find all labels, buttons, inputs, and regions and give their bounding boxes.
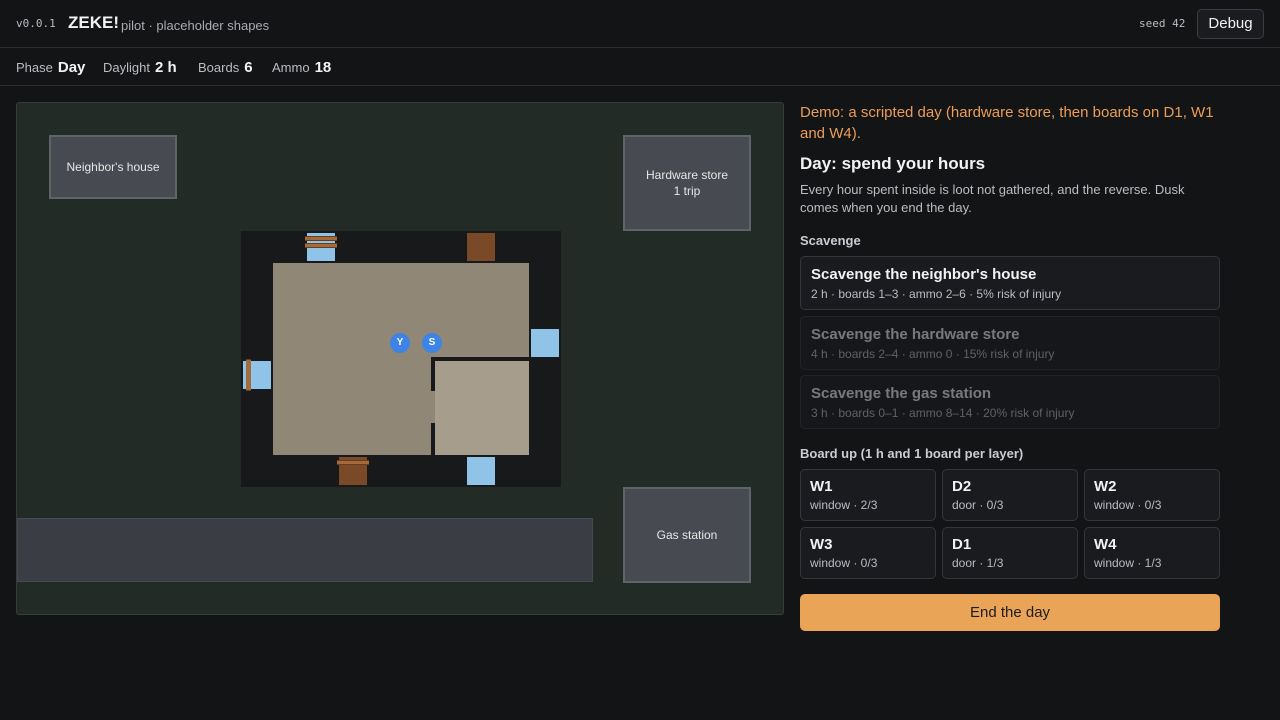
scavenge-neighbor-button[interactable]: Scavenge the neighbor's house 2 h · boar… <box>800 256 1220 310</box>
scavenge-title: Scavenge the hardware store <box>811 326 1020 343</box>
seed-label: seed 42 <box>1139 17 1186 30</box>
board-d2-button[interactable]: D2 door · 0/3 <box>942 469 1078 521</box>
opening-detail: door · 0/3 <box>952 498 1004 512</box>
top-bar: v0.0.1 ZEKE! pilot · placeholder shapes … <box>0 0 1280 48</box>
debug-button[interactable]: Debug <box>1197 9 1264 39</box>
board-w3-button[interactable]: W3 window · 0/3 <box>800 527 936 579</box>
scavenge-heading: Scavenge <box>800 233 861 248</box>
hardware-store-label: Hardware store <box>645 168 729 182</box>
end-day-button[interactable]: End the day <box>800 594 1220 631</box>
opening-name: W1 <box>810 478 833 495</box>
day-description: Every hour spent inside is loot not gath… <box>800 182 1185 215</box>
door-d2[interactable] <box>467 233 495 261</box>
opening-name: W2 <box>1094 478 1117 495</box>
day-title: Day: spend your hours <box>800 154 986 173</box>
board-w4-1 <box>246 359 251 391</box>
opening-detail: window · 0/3 <box>810 556 878 570</box>
ammo-stat: Ammo 18 <box>272 59 332 76</box>
version-label: v0.0.1 <box>16 17 56 30</box>
scavenge-title: Scavenge the gas station <box>811 385 992 402</box>
demo-note: Demo: a scripted day (hardware store, th… <box>800 104 1214 142</box>
side-room <box>435 361 529 455</box>
phase-stat: Phase Day <box>16 59 86 76</box>
gas-station-label: Gas station <box>656 528 718 542</box>
neighbor-house-label: Neighbor's house <box>66 160 160 174</box>
hardware-store-trips: 1 trip <box>673 184 701 198</box>
boards-stat: Boards 6 <box>198 59 253 76</box>
board-w2-button[interactable]: W2 window · 0/3 <box>1084 469 1220 521</box>
game-subtitle: pilot · placeholder shapes <box>121 18 270 33</box>
scavenge-hardware-button[interactable]: Scavenge the hardware store 4 h · boards… <box>800 316 1220 370</box>
board-w1-1 <box>305 236 337 241</box>
window-w2[interactable] <box>531 329 559 357</box>
board-w4-button[interactable]: W4 window · 1/3 <box>1084 527 1220 579</box>
board-up-heading: Board up (1 h and 1 board per layer) <box>800 446 1024 461</box>
opening-detail: door · 1/3 <box>952 556 1004 570</box>
opening-name: D1 <box>952 536 972 553</box>
board-d1-1 <box>337 460 369 465</box>
scavenge-detail: 3 h · boards 0–1 · ammo 8–14 · 20% risk … <box>811 406 1075 420</box>
status-bar: Phase Day Daylight 2 h Boards 6 Ammo 18 <box>0 48 1280 86</box>
board-w1-2 <box>305 243 337 248</box>
opening-detail: window · 1/3 <box>1094 556 1162 570</box>
board-w1-button[interactable]: W1 window · 2/3 <box>800 469 936 521</box>
opening-name: W4 <box>1094 536 1117 553</box>
neighbor-house-building[interactable]: Neighbor's house <box>49 135 177 199</box>
opening-detail: window · 0/3 <box>1094 498 1162 512</box>
scavenge-gas-button[interactable]: Scavenge the gas station 3 h · boards 0–… <box>800 375 1220 429</box>
scavenge-title: Scavenge the neighbor's house <box>811 266 1037 283</box>
window-w3[interactable] <box>467 457 495 485</box>
opening-name: W3 <box>810 536 833 553</box>
player-token-y[interactable]: Y <box>390 333 410 353</box>
opening-detail: window · 2/3 <box>810 498 878 512</box>
scavenge-detail: 2 h · boards 1–3 · ammo 2–6 · 5% risk of… <box>811 287 1062 301</box>
player-token-s[interactable]: S <box>422 333 442 353</box>
opening-name: D2 <box>952 478 972 495</box>
game-title: ZEKE! <box>68 13 119 32</box>
board-d1-button[interactable]: D1 door · 1/3 <box>942 527 1078 579</box>
hardware-store-building[interactable]: Hardware store 1 trip <box>623 135 751 231</box>
game-map[interactable]: Neighbor's house Hardware store 1 trip G… <box>16 102 784 615</box>
daylight-stat: Daylight 2 h <box>103 59 177 76</box>
scavenge-detail: 4 h · boards 2–4 · ammo 0 · 15% risk of … <box>811 347 1055 361</box>
gas-station-building[interactable]: Gas station <box>623 487 751 583</box>
road <box>17 518 593 582</box>
